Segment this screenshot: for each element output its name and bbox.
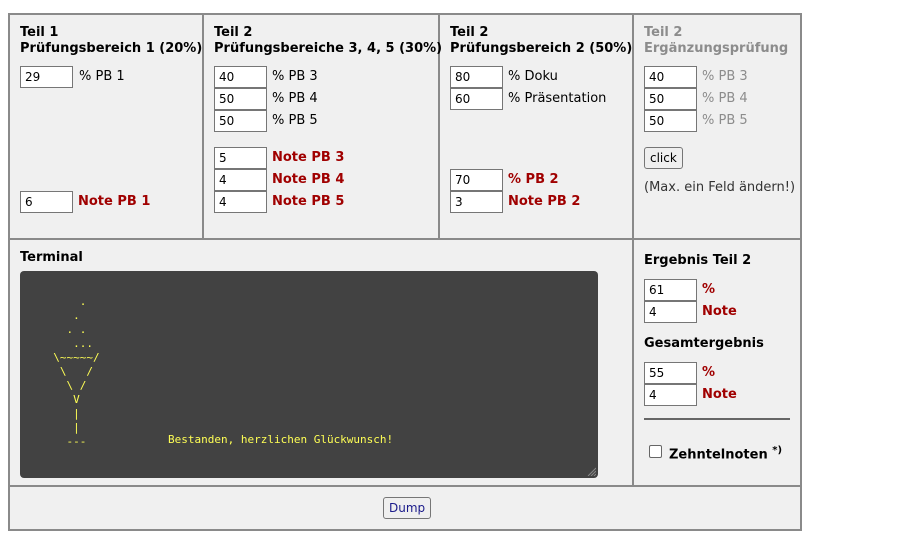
zehntelnoten-checkbox[interactable] [649,445,662,458]
pb1-percent-label: % PB 1 [79,69,125,84]
divider [8,485,802,487]
dump-button[interactable]: Dump [383,497,432,519]
col3-title: Teil 2 Prüfungsbereich 2 (50%) [450,25,633,56]
pb2-percent-input[interactable] [450,169,503,191]
ergebnis-teil2-title: Ergebnis Teil 2 [644,253,752,268]
results-separator [644,418,790,420]
pb5-note-input[interactable] [214,191,267,213]
terminal-title: Terminal [20,250,83,265]
gesamt-percent-input[interactable] [644,362,697,384]
terminal-message: Bestanden, herzlichen Glückwunsch! [168,433,394,446]
hint-text: (Max. ein Feld ändern!) [644,180,796,195]
pb3-percent-label: % PB 3 [272,69,318,84]
gesamt-percent-label: % [702,365,716,380]
ergebnis-teil2-note-input[interactable] [644,301,697,323]
col1-title: Teil 1 Prüfungsbereich 1 (20%) [20,25,203,56]
terminal-ascii-art: . . . . ... \~~~~~/ \ / \ / V | | --- [53,295,100,448]
ergaenzung-pb4-input[interactable] [644,88,697,110]
praesentation-percent-input[interactable] [450,88,503,110]
zehntelnoten-label: Zehntelnoten *) [669,445,783,463]
pb4-percent-input[interactable] [214,88,267,110]
pb1-note-label: Note PB 1 [78,194,151,209]
click-button[interactable]: click [644,147,683,169]
pb1-percent-input[interactable] [20,66,73,88]
doku-percent-label: % Doku [508,69,558,84]
terminal-output: . . . . ... \~~~~~/ \ / \ / V | | --- Be… [20,271,598,478]
ergaenzung-pb4-label: % PB 4 [702,91,748,106]
resize-handle-icon[interactable] [586,466,596,476]
pb2-note-label: Note PB 2 [508,194,581,209]
pb5-percent-input[interactable] [214,110,267,132]
gesamt-note-input[interactable] [644,384,697,406]
gesamtergebnis-title: Gesamtergebnis [644,336,764,351]
pb2-percent-label: % PB 2 [508,172,559,187]
divider [202,13,204,239]
pb5-note-label: Note PB 5 [272,194,345,209]
ergaenzung-pb5-label: % PB 5 [702,113,748,128]
pb2-note-input[interactable] [450,191,503,213]
col2-title: Teil 2 Prüfungsbereiche 3, 4, 5 (30%) [214,25,443,56]
divider [8,238,802,240]
pb4-note-label: Note PB 4 [272,172,345,187]
ergebnis-teil2-percent-input[interactable] [644,279,697,301]
gesamt-note-label: Note [702,387,737,402]
praesentation-percent-label: % Präsentation [508,91,607,106]
ergaenzung-pb3-input[interactable] [644,66,697,88]
ergaenzung-pb3-label: % PB 3 [702,69,748,84]
pb1-note-input[interactable] [20,191,73,213]
pb3-note-label: Note PB 3 [272,150,345,165]
ergaenzung-pb5-input[interactable] [644,110,697,132]
doku-percent-input[interactable] [450,66,503,88]
ergebnis-teil2-percent-label: % [702,282,716,297]
pb3-note-input[interactable] [214,147,267,169]
pb3-percent-input[interactable] [214,66,267,88]
col4-title: Teil 2 Ergänzungsprüfung [644,25,789,56]
pb4-note-input[interactable] [214,169,267,191]
pb5-percent-label: % PB 5 [272,113,318,128]
divider [632,13,634,487]
ergebnis-teil2-note-label: Note [702,304,737,319]
pb4-percent-label: % PB 4 [272,91,318,106]
